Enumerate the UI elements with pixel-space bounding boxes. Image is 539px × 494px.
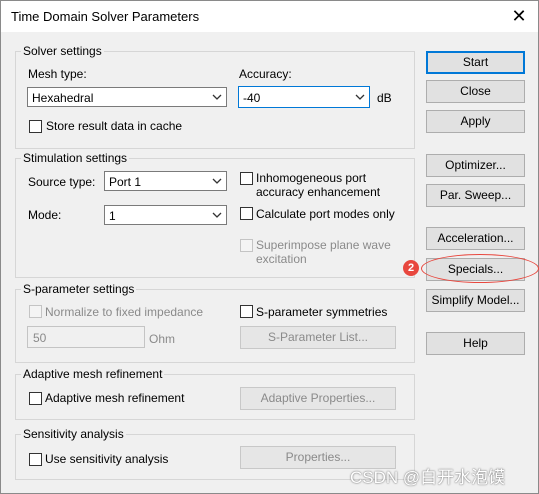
mode-label: Mode:: [28, 208, 62, 222]
adaptive-mesh-checkbox[interactable]: [29, 392, 42, 405]
superimpose-plane-wave-label-line1: Superimpose plane wave: [256, 238, 391, 252]
store-cache-label: Store result data in cache: [46, 119, 183, 133]
inhomogeneous-port-label-line2: accuracy enhancement: [256, 185, 381, 199]
superimpose-plane-wave-label-line2: excitation: [256, 252, 307, 266]
close-icon[interactable]: ✕: [506, 5, 532, 27]
mode-value: 1: [109, 209, 116, 223]
stimulation-settings-label: Stimulation settings: [21, 151, 130, 165]
source-type-label: Source type:: [28, 175, 96, 189]
annotation-badge: 2: [403, 260, 419, 276]
chevron-down-icon: [212, 178, 222, 184]
chevron-down-icon: [212, 212, 222, 218]
window-title: Time Domain Solver Parameters: [11, 9, 200, 24]
accuracy-unit: dB: [377, 91, 392, 105]
calculate-port-modes-checkbox[interactable]: [240, 207, 253, 220]
apply-button[interactable]: Apply: [426, 110, 525, 133]
accuracy-label: Accuracy:: [239, 67, 292, 81]
source-type-value: Port 1: [109, 175, 142, 189]
superimpose-plane-wave-checkbox[interactable]: [240, 239, 253, 252]
adaptive-mesh-group-label: Adaptive mesh refinement: [21, 367, 165, 381]
inhomogeneous-port-label-line1: Inhomogeneous port: [256, 171, 367, 185]
simplify-model-button[interactable]: Simplify Model...: [426, 289, 525, 312]
store-cache-checkbox[interactable]: [29, 120, 42, 133]
accuracy-select[interactable]: -40: [238, 86, 370, 108]
mesh-type-value: Hexahedral: [32, 91, 94, 105]
start-button[interactable]: Start: [426, 51, 525, 74]
chevron-down-icon: [212, 94, 222, 100]
impedance-unit: Ohm: [149, 332, 176, 346]
source-type-select[interactable]: Port 1: [104, 171, 227, 191]
par-sweep-button[interactable]: Par. Sweep...: [426, 184, 525, 207]
accuracy-value: -40: [243, 91, 261, 105]
close-button[interactable]: Close: [426, 80, 525, 103]
sensitivity-analysis-checkbox[interactable]: [29, 453, 42, 466]
chevron-down-icon: [355, 94, 365, 100]
solver-settings-label: Solver settings: [21, 44, 104, 58]
sensitivity-analysis-group-label: Sensitivity analysis: [21, 427, 126, 441]
annotation-ellipse: [421, 254, 539, 283]
help-button[interactable]: Help: [426, 332, 525, 355]
mode-select[interactable]: 1: [104, 205, 227, 225]
s-parameter-symmetries-label: S-parameter symmetries: [256, 305, 388, 319]
inhomogeneous-port-checkbox[interactable]: [240, 172, 253, 185]
impedance-input[interactable]: 50: [27, 326, 145, 348]
dialog-window: Time Domain Solver Parameters ✕ Solver s…: [0, 0, 539, 494]
watermark: CSDN @白开水泡馍: [350, 468, 506, 487]
impedance-value: 50: [33, 331, 47, 345]
adaptive-properties-button[interactable]: Adaptive Properties...: [240, 387, 396, 410]
sensitivity-analysis-label: Use sensitivity analysis: [45, 452, 169, 466]
acceleration-button[interactable]: Acceleration...: [426, 227, 525, 250]
mesh-type-label: Mesh type:: [28, 67, 87, 81]
s-parameter-list-button[interactable]: S-Parameter List...: [240, 326, 396, 349]
mesh-type-select[interactable]: Hexahedral: [27, 87, 227, 107]
calculate-port-modes-label: Calculate port modes only: [256, 207, 395, 221]
title-bar: Time Domain Solver Parameters ✕: [1, 1, 538, 32]
normalize-impedance-checkbox[interactable]: [29, 305, 42, 318]
s-parameter-symmetries-checkbox[interactable]: [240, 305, 253, 318]
adaptive-mesh-label: Adaptive mesh refinement: [45, 391, 185, 405]
normalize-impedance-label: Normalize to fixed impedance: [45, 305, 204, 319]
s-parameter-settings-label: S-parameter settings: [21, 282, 137, 296]
optimizer-button[interactable]: Optimizer...: [426, 154, 525, 177]
